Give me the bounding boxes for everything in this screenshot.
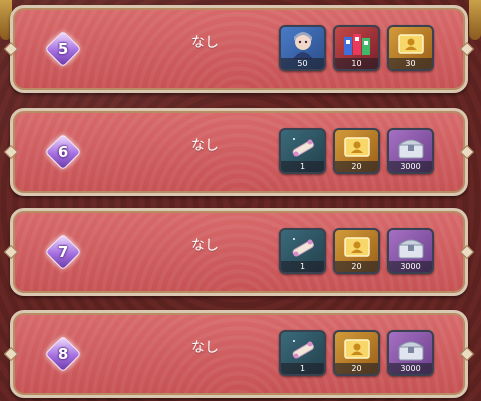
item-quantity: 10 <box>335 58 378 69</box>
item-quantity: 1 <box>281 363 324 374</box>
goods-bundle-icon[interactable]: 10 <box>333 25 380 71</box>
rank-gem-icon: 6 <box>44 133 82 171</box>
item-quantity: 1 <box>281 161 324 172</box>
scroll-icon[interactable]: 1 <box>279 228 326 274</box>
item-quantity: 3000 <box>389 161 432 172</box>
gold-ticket-icon[interactable]: 20 <box>333 128 380 174</box>
reward-row: 5 なし 50 10 30 <box>10 5 468 93</box>
status-label: なし <box>191 340 219 356</box>
gold-ticket-icon[interactable]: 20 <box>333 228 380 274</box>
rank-gem-icon: 8 <box>44 335 82 373</box>
rank-badge: 5 <box>44 30 82 68</box>
status-label: なし <box>191 238 219 254</box>
rank-number: 5 <box>57 40 69 58</box>
reward-items: 1 20 3000 <box>279 330 434 376</box>
rank-number: 7 <box>57 243 69 261</box>
gold-ticket-icon[interactable]: 30 <box>387 25 434 71</box>
reward-items: 1 20 3000 <box>279 128 434 174</box>
treasure-chest-icon[interactable]: 3000 <box>387 228 434 274</box>
right-tassel-decoration <box>469 0 481 40</box>
rank-number: 8 <box>57 345 69 363</box>
rank-badge: 6 <box>44 133 82 171</box>
reward-items: 50 10 30 <box>279 25 434 71</box>
item-quantity: 3000 <box>389 261 432 272</box>
item-quantity: 20 <box>335 363 378 374</box>
character-portrait-icon[interactable]: 50 <box>279 25 326 71</box>
rank-badge: 8 <box>44 335 82 373</box>
status-label: なし <box>191 138 219 154</box>
rank-gem-icon: 5 <box>44 30 82 68</box>
reward-row: 8 なし 1 20 3000 <box>10 310 468 398</box>
reward-row: 6 なし 1 20 3000 <box>10 108 468 196</box>
item-quantity: 50 <box>281 58 324 69</box>
rank-gem-icon: 7 <box>44 233 82 271</box>
item-quantity: 3000 <box>389 363 432 374</box>
item-quantity: 1 <box>281 261 324 272</box>
reward-items: 1 20 3000 <box>279 228 434 274</box>
rank-badge: 7 <box>44 233 82 271</box>
scroll-icon[interactable]: 1 <box>279 128 326 174</box>
item-quantity: 30 <box>389 58 432 69</box>
item-quantity: 20 <box>335 261 378 272</box>
reward-row: 7 なし 1 20 3000 <box>10 208 468 296</box>
gold-ticket-icon[interactable]: 20 <box>333 330 380 376</box>
treasure-chest-icon[interactable]: 3000 <box>387 128 434 174</box>
status-label: なし <box>191 35 219 51</box>
rank-number: 6 <box>57 143 69 161</box>
scroll-icon[interactable]: 1 <box>279 330 326 376</box>
item-quantity: 20 <box>335 161 378 172</box>
treasure-chest-icon[interactable]: 3000 <box>387 330 434 376</box>
